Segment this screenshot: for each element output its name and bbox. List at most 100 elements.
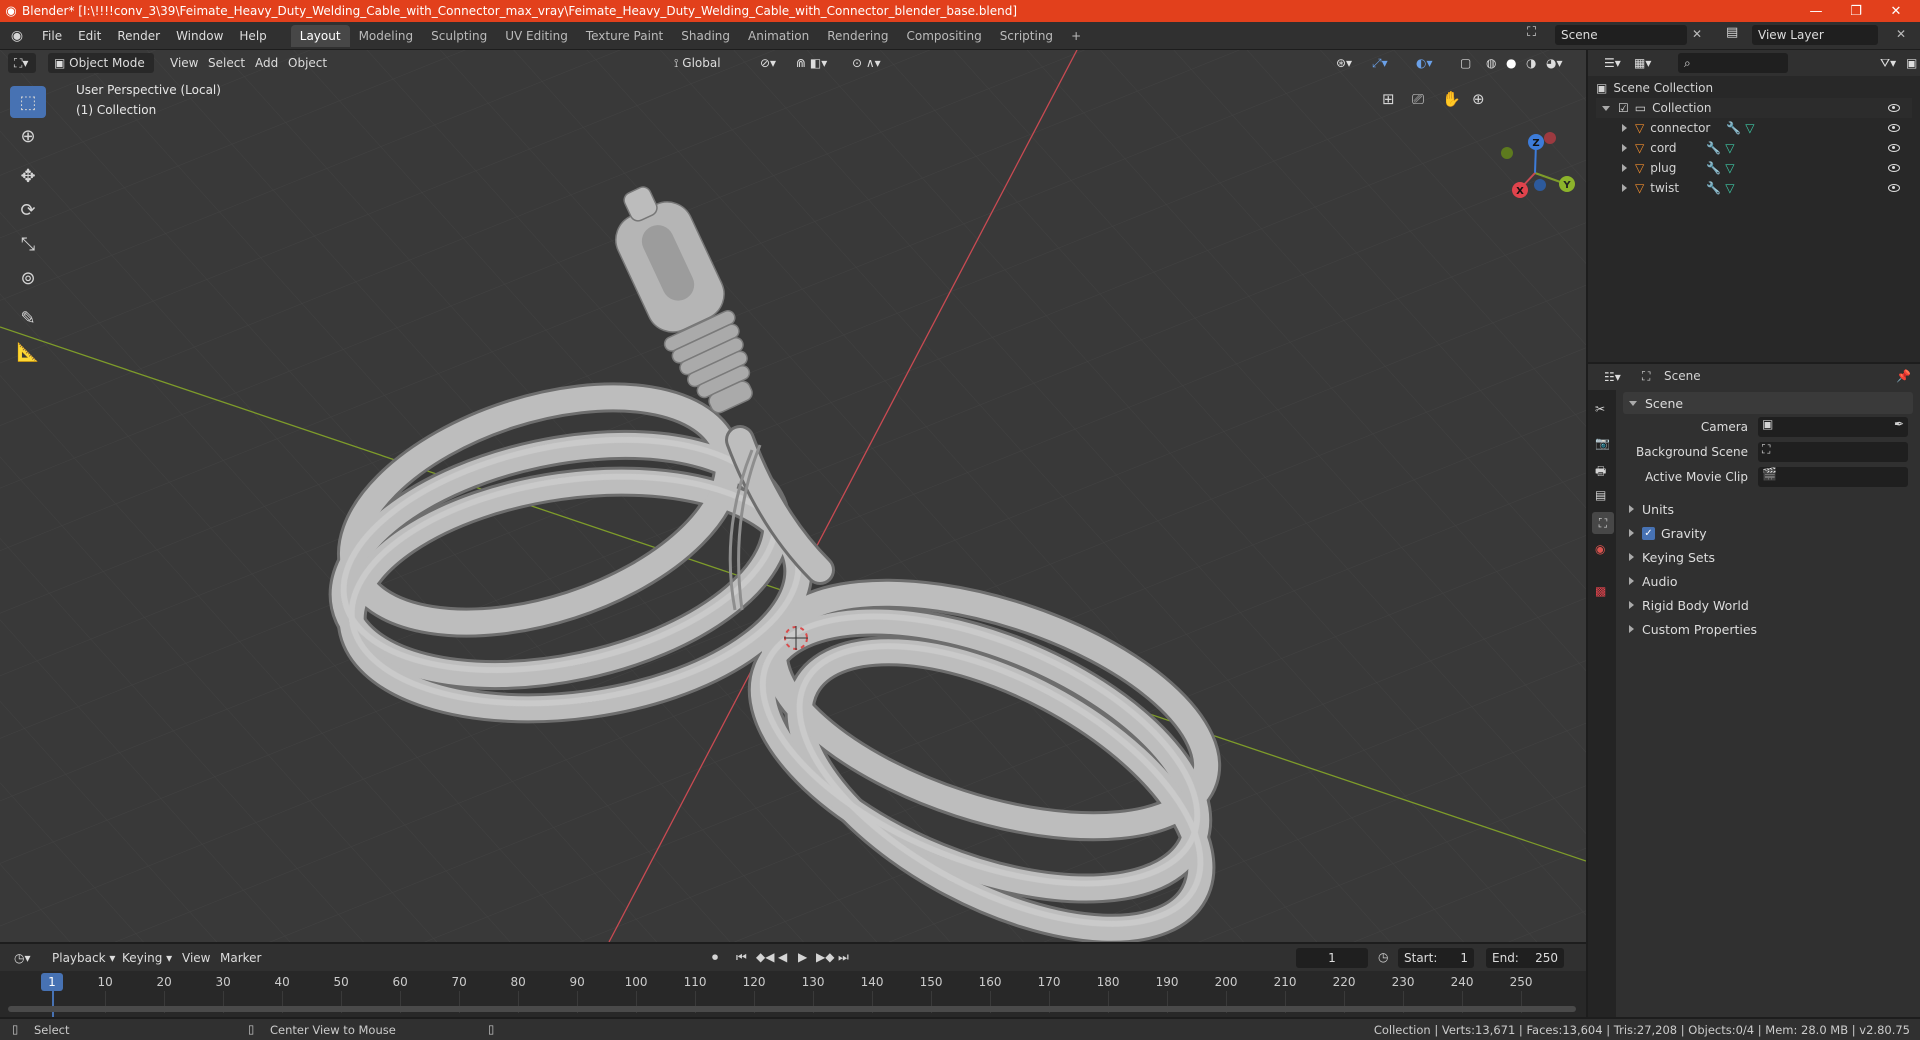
annotate-tool[interactable]: ✎	[10, 302, 46, 334]
minimize-button[interactable]: —	[1796, 0, 1836, 22]
start-frame-field[interactable]: Start: 1	[1398, 948, 1474, 968]
collection-row[interactable]: ☑ ▭ Collection	[1596, 98, 1912, 118]
new-collection-icon[interactable]: ▣	[1900, 53, 1920, 73]
rendered-shading-icon[interactable]: ◕▾	[1540, 53, 1569, 73]
editor-type-icon[interactable]: ⛶▾	[8, 53, 36, 73]
menu-keying[interactable]: Keying ▾	[116, 948, 178, 968]
tab-rendering[interactable]: Rendering	[818, 25, 897, 47]
move-tool[interactable]: ✥	[10, 160, 46, 192]
timeline-scrollbar[interactable]	[8, 1006, 1576, 1012]
menu-object[interactable]: Object	[282, 53, 333, 73]
scene-collection-row[interactable]: ▣ Scene Collection	[1596, 78, 1713, 98]
scene-panel-header[interactable]: Scene	[1623, 392, 1913, 414]
zoom-icon[interactable]: ⊕	[1472, 90, 1485, 108]
xray-icon[interactable]: ▢	[1454, 53, 1477, 73]
rigid-body-world-panel-header[interactable]: Rigid Body World	[1623, 594, 1913, 616]
tab-shading[interactable]: Shading	[672, 25, 739, 47]
expand-arrow-icon[interactable]	[1622, 124, 1627, 132]
3d-viewport[interactable]: Y Z X ⛶▾ ▣ Object Mode View Select Add O…	[0, 50, 1586, 942]
menu-window[interactable]: Window	[168, 25, 231, 47]
active-movie-clip-field[interactable]: 🎬	[1758, 467, 1908, 487]
tab-uv-editing[interactable]: UV Editing	[496, 25, 577, 47]
menu-playback[interactable]: Playback ▾	[46, 948, 121, 968]
render-tab-icon[interactable]: 📷	[1595, 436, 1610, 450]
menu-file[interactable]: File	[34, 25, 70, 47]
menu-timeline-view[interactable]: View	[176, 948, 216, 968]
end-frame-field[interactable]: End: 250	[1486, 948, 1564, 968]
jump-start-icon[interactable]: ⏮	[736, 950, 747, 965]
menu-view[interactable]: View	[164, 53, 204, 73]
tab-texture-paint[interactable]: Texture Paint	[577, 25, 672, 47]
menu-add[interactable]: Add	[249, 53, 284, 73]
current-frame-field[interactable]: 1	[1296, 948, 1368, 968]
blender-menu-icon[interactable]: ◉	[0, 25, 34, 47]
record-icon[interactable]: ⏺	[712, 950, 718, 965]
menu-render[interactable]: Render	[109, 25, 168, 47]
add-workspace-button[interactable]: +	[1062, 25, 1090, 47]
eye-icon[interactable]	[1888, 124, 1900, 132]
checkbox-icon[interactable]: ☑	[1618, 101, 1629, 115]
outliner-item-cord[interactable]: ▽ cord 🔧 ▽	[1616, 138, 1912, 158]
tab-compositing[interactable]: Compositing	[897, 25, 990, 47]
cursor-tool[interactable]: ⊕	[10, 120, 46, 152]
view-layer-close-icon[interactable]: ✕	[1896, 27, 1906, 41]
measure-tool[interactable]: 📐	[10, 336, 46, 368]
preview-range-icon[interactable]: ◷	[1378, 950, 1388, 964]
tab-modeling[interactable]: Modeling	[350, 25, 423, 47]
pan-hand-icon[interactable]: ✋	[1442, 90, 1461, 108]
scene-selector[interactable]: Scene	[1555, 25, 1687, 45]
next-keyframe-icon[interactable]: ▶◆	[816, 950, 834, 964]
scale-tool[interactable]: ⤡	[10, 228, 46, 260]
eye-icon[interactable]	[1888, 184, 1900, 192]
filter-icon[interactable]: ⛛▾	[1874, 53, 1902, 73]
tab-sculpting[interactable]: Sculpting	[422, 25, 496, 47]
outliner-item-connector[interactable]: ▽ connector 🔧 ▽	[1616, 118, 1912, 138]
expand-arrow-icon[interactable]	[1622, 184, 1627, 192]
tool-settings-tab-icon[interactable]: ✂	[1595, 402, 1605, 416]
maximize-button[interactable]: ❐	[1836, 0, 1876, 22]
rotate-tool[interactable]: ⟳	[10, 194, 46, 226]
eye-icon[interactable]	[1888, 104, 1900, 112]
playhead[interactable]: 1	[41, 973, 63, 991]
audio-panel-header[interactable]: Audio	[1623, 570, 1913, 592]
custom-properties-panel-header[interactable]: Custom Properties	[1623, 618, 1913, 640]
gravity-panel-header[interactable]: ✓ Gravity	[1623, 522, 1913, 544]
menu-select[interactable]: Select	[202, 53, 251, 73]
menu-marker[interactable]: Marker	[214, 948, 267, 968]
properties-editor-type-icon[interactable]: ☷▾	[1598, 367, 1627, 387]
tab-layout[interactable]: Layout	[290, 24, 350, 47]
menu-edit[interactable]: Edit	[70, 25, 109, 47]
view-layer-tab-icon[interactable]: ▤	[1595, 488, 1606, 502]
keying-sets-panel-header[interactable]: Keying Sets	[1623, 546, 1913, 568]
camera-view-icon[interactable]: ⎚	[1412, 90, 1424, 108]
transform-orientation[interactable]: ⟟ Global	[668, 53, 748, 73]
expand-arrow-icon[interactable]	[1622, 164, 1627, 172]
camera-field[interactable]: ▣ ✒	[1758, 417, 1908, 437]
mode-selector[interactable]: ▣ Object Mode	[48, 53, 154, 73]
world-tab-icon[interactable]: ◉	[1595, 542, 1605, 556]
menu-help[interactable]: Help	[231, 25, 274, 47]
close-button[interactable]: ✕	[1876, 0, 1916, 22]
scene-tab-icon[interactable]: ⛶	[1592, 512, 1614, 534]
select-box-tool[interactable]: ⬚	[10, 86, 46, 118]
prev-keyframe-icon[interactable]: ◆◀	[756, 950, 774, 964]
output-tab-icon[interactable]: 🖶	[1595, 462, 1606, 483]
eye-icon[interactable]	[1888, 164, 1900, 172]
play-reverse-icon[interactable]: ◀	[778, 950, 787, 964]
play-icon[interactable]: ▶	[798, 950, 807, 964]
grid-view-icon[interactable]: ⊞	[1382, 90, 1395, 108]
eyedropper-icon[interactable]: ✒	[1894, 417, 1904, 431]
timeline-editor-type-icon[interactable]: ◷▾	[8, 948, 37, 968]
outliner-item-twist[interactable]: ▽ twist 🔧 ▽	[1616, 178, 1912, 198]
expand-arrow-icon[interactable]	[1602, 105, 1610, 111]
pin-icon[interactable]: 📌	[1896, 369, 1911, 383]
overlay-toggle-icon[interactable]: ◐▾	[1410, 53, 1439, 73]
view-layer-selector[interactable]: View Layer	[1752, 25, 1878, 45]
outliner-search-input[interactable]: ⌕	[1678, 53, 1788, 73]
visibility-icon[interactable]: ⊛▾	[1330, 53, 1358, 73]
background-scene-field[interactable]: ⛶	[1758, 442, 1908, 462]
expand-arrow-icon[interactable]	[1622, 144, 1627, 152]
eye-icon[interactable]	[1888, 144, 1900, 152]
transform-tool[interactable]: ⊚	[10, 262, 46, 294]
outliner-editor-type-icon[interactable]: ☰▾	[1598, 53, 1627, 73]
